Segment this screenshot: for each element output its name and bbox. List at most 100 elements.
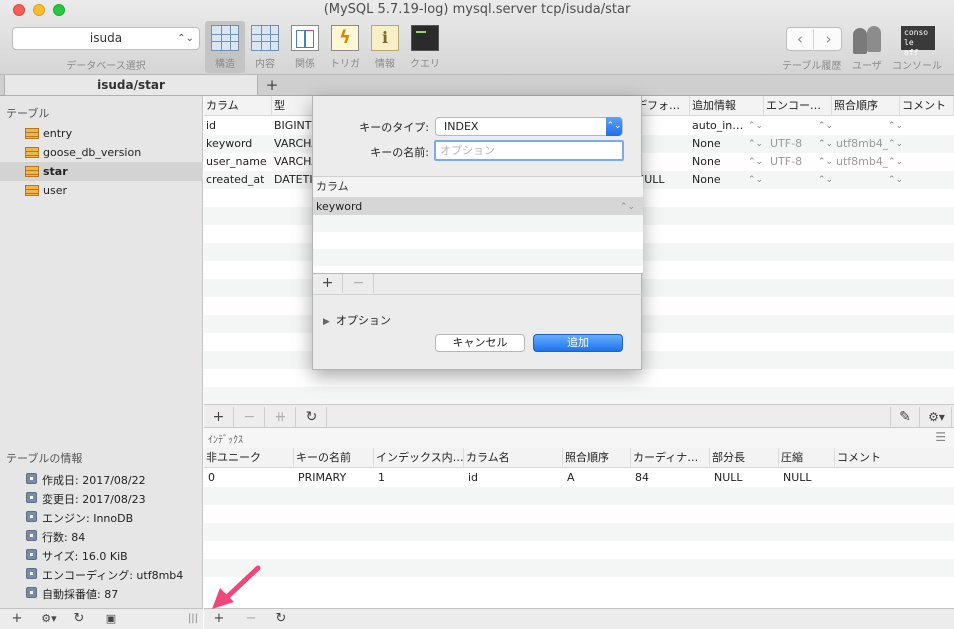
updown-icon[interactable]: ⌃⌄ [888,153,903,171]
updown-icon[interactable]: ⌃⌄ [818,153,833,171]
info-encoding-text: エンコーディング: utf8mb4 [42,569,184,582]
index-column-row[interactable]: keyword ⌃⌄ [313,198,643,215]
key-name-field[interactable]: オプション [434,140,624,161]
query-icon [411,25,439,51]
updown-icon[interactable]: ⌃⌄ [748,171,763,189]
add-tab-button[interactable]: + [260,75,284,96]
options-disclosure[interactable]: ▶ オプション [323,312,391,328]
toolbar-structure-button[interactable]: 構造 [205,21,245,73]
idx-header-packed[interactable]: 圧縮 [779,448,835,468]
filter-toggle-icon[interactable]: ▣ [100,609,122,629]
window-title: (MySQL 5.7.19-log) mysql.server tcp/isud… [323,2,631,17]
index-column-value: keyword [316,200,363,213]
users-icon[interactable] [851,24,885,54]
updown-icon[interactable]: ⌃⌄ [818,117,833,135]
updown-icon[interactable]: ⌃⌄ [748,135,763,153]
updown-icon[interactable]: ⌃⌄ [888,135,903,153]
cancel-button[interactable]: キャンセル [435,334,525,352]
toolbar-query-button[interactable]: クエリ [405,21,445,73]
refresh-icon[interactable]: ↻ [270,609,292,629]
toolbar-content-button[interactable]: 内容 [245,21,285,73]
updown-icon[interactable]: ⌃⌄ [620,198,635,216]
sidebar-item-label: star [43,165,68,178]
index-row[interactable]: 0 PRIMARY 1 id A 84 NULL NULL [204,469,954,487]
add-column-button[interactable]: + [313,274,343,293]
idx-header-column-name[interactable]: カラム名 [464,448,563,468]
toolbar-relations-button[interactable]: 関係 [285,21,325,73]
trigger-icon: ϟ [331,25,359,51]
sidebar-item-user[interactable]: user [0,181,203,200]
toolbar-content-label: 内容 [255,59,275,70]
updown-icon[interactable]: ⌃⌄ [818,171,833,189]
console-icon[interactable]: conso le off [901,26,935,57]
col-header-extra[interactable]: 追加情報 [690,96,764,116]
info-size-text: サイズ: 16.0 KiB [42,550,128,563]
edit-pencil-icon[interactable]: ✎ [890,407,920,427]
table-info-heading: テーブルの情報 [6,452,83,465]
back-arrow-icon[interactable]: ‹ [787,29,814,49]
tab-isuda-star[interactable]: isuda/star [4,75,258,96]
info-auto-increment-text: 自動採番値: 87 [42,588,119,601]
options-label: オプション [335,314,391,327]
sidebar: テーブル entry goose_db_version star user テー… [0,96,203,629]
idx-cell-seq: 1 [378,471,385,484]
cell-type: BIGINT [274,119,312,132]
updown-icon[interactable]: ⌃⌄ [888,171,903,189]
col-header-comment[interactable]: コメント [900,96,954,116]
forward-arrow-icon[interactable]: › [815,29,842,49]
remove-index-button[interactable]: − [240,609,262,629]
updown-icon: ⌃⌄ [177,33,194,44]
idx-cell-key-name: PRIMARY [298,471,347,484]
idx-cell-sub-part: NULL [714,471,743,484]
add-button[interactable]: 追加 [533,334,623,352]
database-select[interactable]: isuda ⌃⌄ [12,27,200,50]
add-field-button[interactable]: + [204,407,234,427]
key-type-select[interactable]: INDEX ⌃⌄ [435,117,623,136]
cell-column: id [206,119,217,132]
duplicate-field-button[interactable]: ⧺ [266,407,296,427]
add-table-button[interactable]: + [6,609,28,629]
cell-extra: auto_in… [692,119,744,132]
refresh-icon[interactable]: ↻ [68,609,90,629]
resize-handle-icon[interactable]: ||| [186,609,200,629]
idx-header-collation[interactable]: 照合順序 [563,448,631,468]
info-bullet-icon [26,511,37,522]
info-rows-text: 行数: 84 [42,531,86,544]
col-header-collation[interactable]: 照合順序 [832,96,900,116]
col-header-column[interactable]: カラム [204,96,272,116]
updown-icon[interactable]: ⌃⌄ [748,153,763,171]
idx-header-seq[interactable]: インデックス内… [374,448,464,468]
sidebar-item-star[interactable]: star [0,162,203,181]
remove-column-button[interactable]: − [344,274,374,293]
toolbar-info-button[interactable]: i 情報 [365,21,405,73]
sidebar-item-entry[interactable]: entry [0,124,203,143]
table-icon [25,185,39,196]
updown-icon[interactable]: ⌃⌄ [888,117,903,135]
toolbar-query-label: クエリ [410,59,440,70]
menu-icon[interactable]: ☰ [935,430,946,444]
idx-header-key-name[interactable]: キーの名前 [294,448,374,468]
indexes-header-row: 非ユニーク キーの名前 インデックス内… カラム名 照合順序 カーディナ… 部分… [204,448,954,468]
col-header-default[interactable]: デフォ… [634,96,690,116]
gear-icon[interactable]: ⚙▾ [36,609,62,629]
cell-type: DATETI [274,173,313,186]
idx-header-non-unique[interactable]: 非ユニーク [204,448,294,468]
sidebar-item-goose-db-version[interactable]: goose_db_version [0,143,203,162]
tab-bar: isuda/star + [0,75,954,96]
add-index-button[interactable]: + [208,609,230,629]
cell-extra: None [692,137,721,150]
index-row-empty [204,505,954,523]
updown-icon[interactable]: ⌃⌄ [748,117,763,135]
col-header-encoding[interactable]: エンコー… [764,96,832,116]
remove-field-button[interactable]: − [235,407,265,427]
refresh-icon[interactable]: ↻ [297,407,327,427]
cell-column: user_name [206,155,267,168]
toolbar-triggers-button[interactable]: ϟ トリガ [325,21,365,73]
idx-header-comment[interactable]: コメント [835,448,954,468]
idx-header-sub-part[interactable]: 部分長 [710,448,779,468]
info-bullet-icon [26,568,37,579]
idx-header-cardinality[interactable]: カーディナ… [631,448,710,468]
gear-icon[interactable]: ⚙▾ [922,407,952,427]
updown-icon[interactable]: ⌃⌄ [818,135,833,153]
users-caption: ユーザ [852,61,882,72]
